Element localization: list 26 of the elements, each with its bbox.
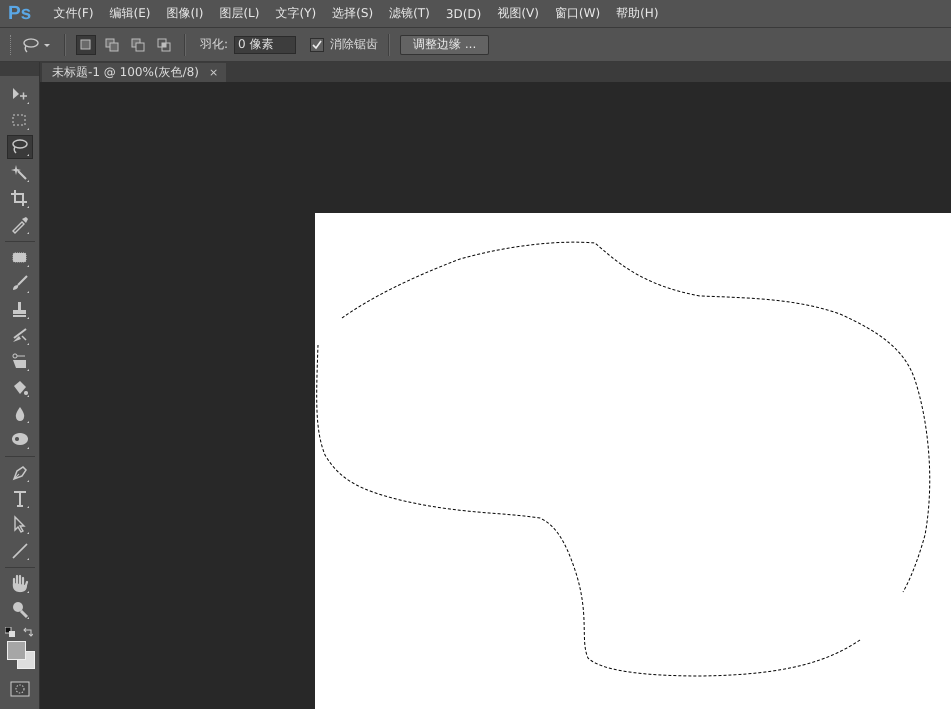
refine-edge-button[interactable]: 调整边缘 ...: [400, 34, 490, 54]
document-title: 未标题-1 @ 100%(灰色/8): [52, 64, 199, 81]
feather-field[interactable]: 0 像素: [234, 36, 296, 54]
menu-item[interactable]: 文件(F): [45, 5, 102, 22]
menu-item[interactable]: 窗口(W): [546, 5, 608, 22]
menu-item[interactable]: 图层(L): [211, 5, 268, 22]
menu-item[interactable]: 滤镜(T): [381, 5, 438, 22]
menu-item[interactable]: 文字(Y): [267, 5, 324, 22]
antialias-label: 消除锯齿: [330, 36, 378, 53]
menu-item[interactable]: 视图(V): [489, 5, 547, 22]
antialias-checkbox[interactable]: [310, 38, 324, 52]
color-swatches-icon[interactable]: [6, 641, 34, 669]
menu-item[interactable]: 3D(D): [438, 6, 490, 20]
app-logo: Ps: [8, 2, 32, 24]
menu-item[interactable]: 编辑(E): [102, 5, 158, 22]
menu-item[interactable]: 图像(I): [158, 5, 212, 22]
new-selection-icon[interactable]: [76, 34, 96, 54]
feather-label: 羽化:: [200, 36, 228, 53]
document-tab[interactable]: 未标题-1 @ 100%(灰色/8) ×: [42, 63, 226, 82]
close-icon[interactable]: ×: [208, 66, 218, 79]
menu-item[interactable]: 帮助(H): [608, 5, 667, 22]
menu-item[interactable]: 选择(S): [324, 5, 382, 22]
lasso-tool-icon[interactable]: [6, 135, 32, 159]
swap-colors-icon[interactable]: [22, 627, 32, 637]
default-colors-icon[interactable]: [4, 627, 14, 637]
quick-mask-icon[interactable]: [10, 681, 30, 697]
